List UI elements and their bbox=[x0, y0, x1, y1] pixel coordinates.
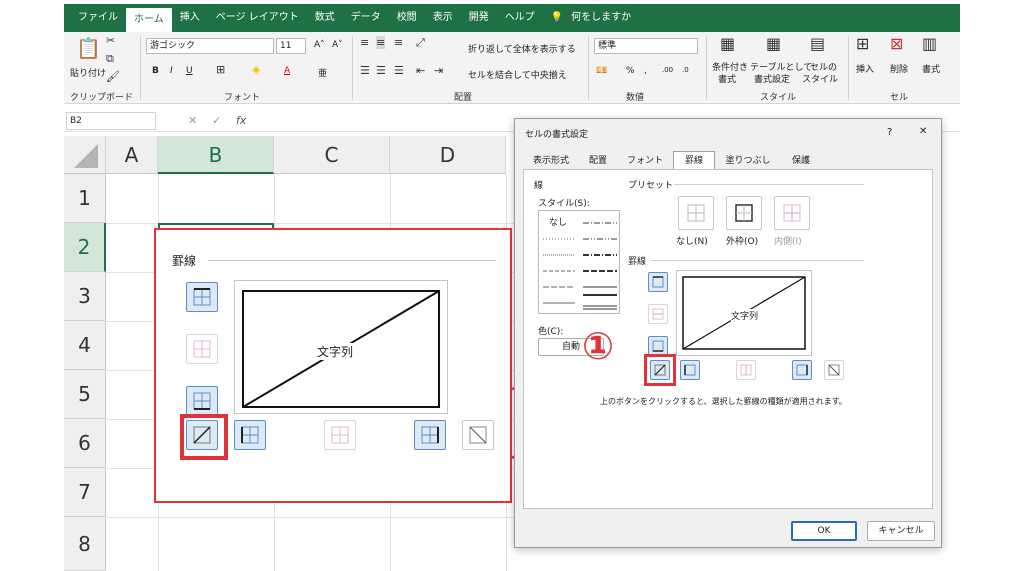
border-section-label: 罫線 bbox=[628, 257, 647, 267]
border-bottom-button[interactable] bbox=[648, 336, 668, 356]
help-button[interactable]: ? bbox=[887, 127, 892, 138]
diagonal-down-button[interactable] bbox=[824, 360, 844, 380]
tab-number[interactable]: 表示形式 bbox=[525, 153, 577, 169]
cancel-button[interactable]: キャンセル bbox=[867, 521, 935, 541]
preset-section-rule bbox=[674, 184, 864, 185]
border-preview-text: 文字列 bbox=[731, 309, 759, 322]
border-hint-text: 上のボタンをクリックすると、選択した罫線の種類が適用されます。 bbox=[600, 397, 847, 406]
preset-none-button[interactable] bbox=[678, 196, 714, 230]
format-cells-dialog: セルの書式設定 ? ✕ 表示形式 配置 フォント 罫線 塗りつぶし 保護 線 ス… bbox=[514, 118, 942, 548]
border-bottom-icon bbox=[652, 340, 664, 352]
preset-inside-button[interactable] bbox=[774, 196, 810, 230]
diagonal-up-highlight bbox=[644, 354, 676, 386]
color-label: 色(C): bbox=[538, 327, 564, 337]
line-style-label: スタイル(S): bbox=[538, 199, 590, 209]
close-icon[interactable]: ✕ bbox=[919, 126, 927, 137]
tab-alignment[interactable]: 配置 bbox=[581, 153, 615, 169]
line-style-list[interactable]: なし bbox=[538, 210, 620, 314]
tab-font[interactable]: フォント bbox=[625, 153, 665, 169]
preset-inside-label: 内側(I) bbox=[774, 237, 802, 247]
border-inside-h-button[interactable] bbox=[648, 304, 668, 324]
line-style-samples bbox=[543, 222, 617, 310]
dialog-title: セルの書式設定 bbox=[525, 130, 589, 140]
preset-outline-label: 外枠(O) bbox=[726, 237, 759, 247]
border-left-button[interactable] bbox=[680, 360, 700, 380]
preset-outline-icon bbox=[735, 204, 753, 222]
tab-fill[interactable]: 塗りつぶし bbox=[721, 153, 775, 169]
border-inside-v-button[interactable] bbox=[736, 360, 756, 380]
border-inside-h-icon bbox=[652, 308, 664, 320]
diagonal-down-border-icon bbox=[828, 364, 840, 376]
ok-button[interactable]: OK bbox=[791, 521, 857, 541]
preset-inside-icon bbox=[783, 204, 801, 222]
line-section-label: 線 bbox=[534, 181, 544, 191]
border-right-button[interactable] bbox=[792, 360, 812, 380]
tab-border[interactable]: 罫線 bbox=[673, 151, 715, 170]
preset-section-label: プリセット bbox=[628, 181, 674, 191]
border-top-button[interactable] bbox=[648, 272, 668, 292]
preset-outline-button[interactable] bbox=[726, 196, 762, 230]
preset-none-icon bbox=[687, 204, 705, 222]
tab-protection[interactable]: 保護 bbox=[783, 153, 819, 169]
preset-none-label: なし(N) bbox=[676, 237, 708, 247]
border-right-icon bbox=[796, 364, 808, 376]
border-section-rule bbox=[650, 260, 864, 261]
border-left-icon bbox=[684, 364, 696, 376]
step-number-annotation: ① bbox=[582, 324, 615, 368]
border-inside-v-icon bbox=[740, 364, 752, 376]
border-preview[interactable]: 文字列 bbox=[676, 270, 812, 356]
border-top-icon bbox=[652, 276, 664, 288]
